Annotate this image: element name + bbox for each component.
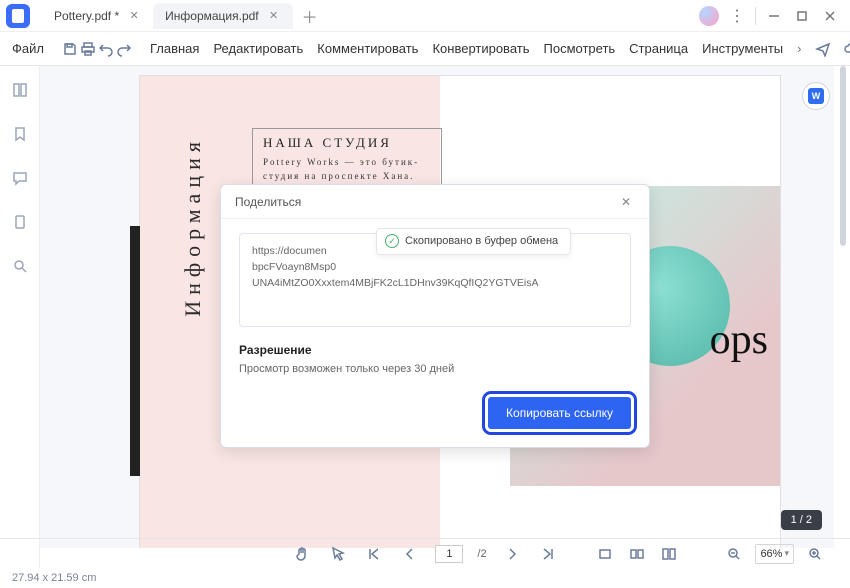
menu-tools[interactable]: Инструменты — [696, 41, 789, 56]
permission-description: Просмотр возможен только через 30 дней — [239, 363, 631, 375]
last-page-icon[interactable] — [537, 543, 559, 565]
select-tool-icon[interactable] — [327, 543, 349, 565]
decorative-bar — [130, 226, 140, 476]
attachment-icon[interactable] — [10, 212, 30, 232]
page-vertical-title: Информация — [180, 136, 206, 317]
redo-icon[interactable] — [116, 36, 132, 62]
studio-heading: НАША СТУДИЯ — [263, 135, 431, 151]
page-indicator[interactable]: 1 / 2 — [781, 510, 822, 530]
menu-convert[interactable]: Конвертировать — [426, 41, 535, 56]
toast-text: Скопировано в буфер обмена — [405, 233, 558, 250]
document-dimensions: 27.94 x 21.59 cm — [12, 572, 96, 584]
scrollbar-thumb[interactable] — [840, 66, 846, 246]
window-close-button[interactable] — [816, 3, 844, 29]
window-minimize-button[interactable] — [760, 3, 788, 29]
thumbnails-icon[interactable] — [10, 80, 30, 100]
menu-comment[interactable]: Комментировать — [311, 41, 424, 56]
status-bar: 27.94 x 21.59 cm — [0, 568, 850, 588]
menu-page[interactable]: Страница — [623, 41, 694, 56]
vertical-scrollbar[interactable] — [838, 66, 848, 548]
save-icon[interactable] — [62, 36, 78, 62]
zoom-in-icon[interactable] — [804, 543, 826, 565]
share-link-field[interactable]: https://documen bpcFVoayn8Msp0 UNA4iMtZO… — [239, 233, 631, 327]
hand-tool-icon[interactable] — [291, 543, 313, 565]
app-logo[interactable] — [6, 4, 30, 28]
undo-icon[interactable] — [98, 36, 114, 62]
page-number-input[interactable] — [435, 545, 463, 563]
close-icon[interactable]: ✕ — [127, 9, 141, 23]
fit-width-icon[interactable] — [594, 543, 616, 565]
zoom-out-icon[interactable] — [723, 543, 745, 565]
send-icon[interactable] — [810, 36, 836, 62]
word-icon: W — [808, 88, 824, 104]
title-bar: Pottery.pdf * ✕ Информация.pdf ✕ ＋ ⋮ — [0, 0, 850, 32]
fit-page-icon[interactable] — [626, 543, 648, 565]
window-maximize-button[interactable] — [788, 3, 816, 29]
dialog-title: Поделиться — [235, 195, 301, 209]
close-icon[interactable]: ✕ — [267, 9, 281, 23]
profile-button[interactable] — [695, 3, 723, 29]
menu-bar: Файл Главная Редактировать Комментироват… — [0, 32, 850, 66]
copied-toast: ✓ Скопировано в буфер обмена — [376, 228, 571, 255]
menu-edit[interactable]: Редактировать — [207, 41, 309, 56]
page-total-label: /2 — [477, 548, 486, 560]
profile-icon — [699, 6, 719, 26]
cloud-icon[interactable] — [838, 36, 850, 62]
workshops-text-fragment: ops — [710, 316, 768, 364]
left-sidebar — [0, 66, 40, 568]
first-page-icon[interactable] — [363, 543, 385, 565]
menu-view[interactable]: Посмотреть — [538, 41, 622, 56]
next-page-icon[interactable] — [501, 543, 523, 565]
tab-label: Pottery.pdf * — [54, 9, 119, 23]
share-dialog: Поделиться ✕ https://documen bpcFVoayn8M… — [220, 184, 650, 448]
word-export-button[interactable]: W — [802, 82, 830, 110]
kebab-menu-button[interactable]: ⋮ — [723, 3, 751, 29]
prev-page-icon[interactable] — [399, 543, 421, 565]
search-icon[interactable] — [10, 256, 30, 276]
zoom-level-select[interactable]: 66% ▾ — [755, 544, 794, 564]
menu-file[interactable]: Файл — [6, 41, 50, 56]
copy-link-button[interactable]: Копировать ссылку — [488, 397, 631, 429]
zoom-value: 66% — [760, 548, 782, 560]
menu-home[interactable]: Главная — [144, 41, 205, 56]
comment-icon[interactable] — [10, 168, 30, 188]
tab-information[interactable]: Информация.pdf ✕ — [153, 3, 293, 29]
tab-label: Информация.pdf — [165, 9, 259, 23]
permission-heading: Разрешение — [239, 343, 631, 357]
print-icon[interactable] — [80, 36, 96, 62]
dialog-close-button[interactable]: ✕ — [617, 193, 635, 211]
menu-more-icon[interactable]: › — [791, 41, 807, 56]
chevron-down-icon: ▾ — [784, 548, 789, 559]
add-tab-button[interactable]: ＋ — [299, 5, 321, 27]
bookmark-icon[interactable] — [10, 124, 30, 144]
bottom-toolbar: /2 66% ▾ — [0, 538, 850, 568]
read-mode-icon[interactable] — [658, 543, 680, 565]
tab-pottery[interactable]: Pottery.pdf * ✕ — [42, 3, 153, 29]
check-icon: ✓ — [385, 234, 399, 248]
